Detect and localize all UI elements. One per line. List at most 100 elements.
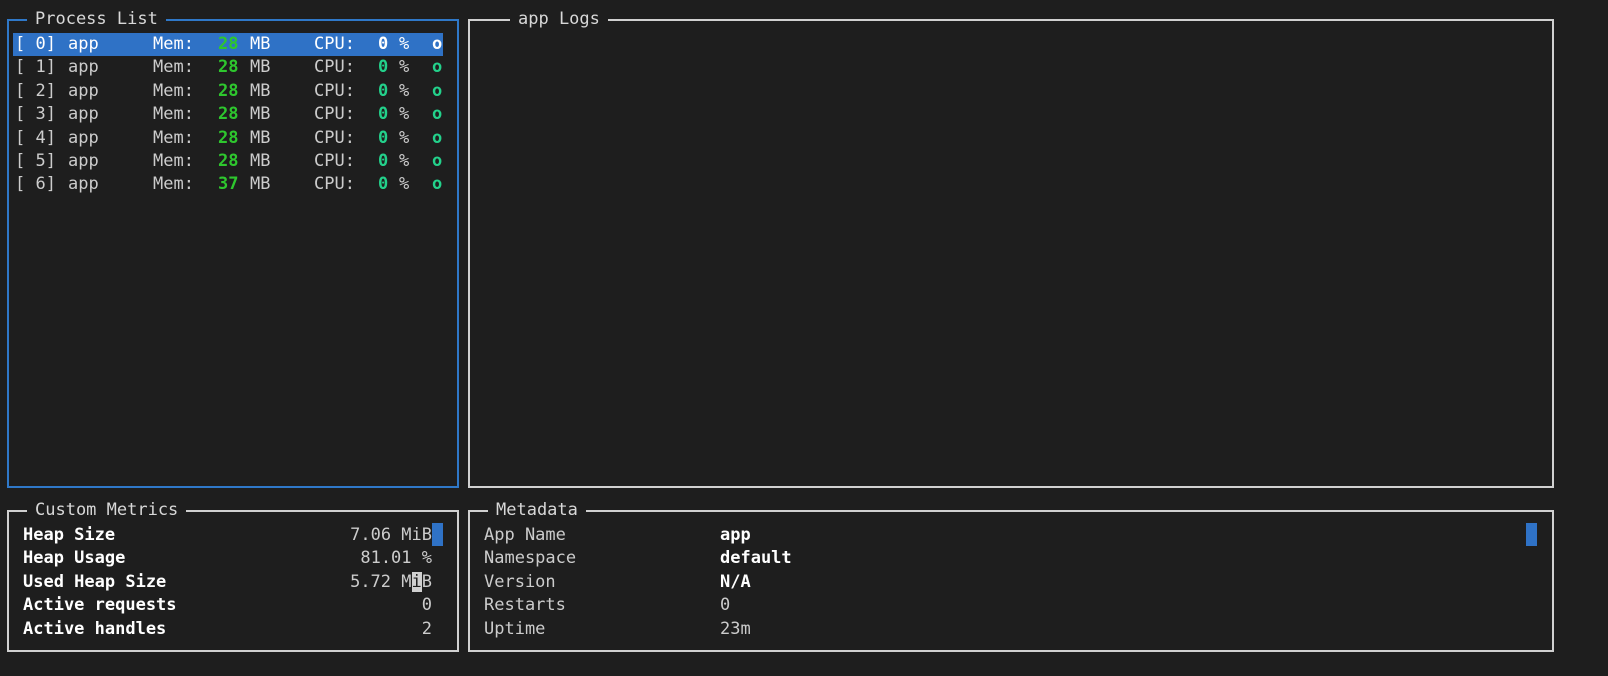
process-row[interactable]: [ 2] app Mem: 28 MB CPU: 0% o (13, 80, 443, 103)
cpu-value: 0 (378, 127, 389, 148)
metric-label: Active requests (23, 595, 177, 616)
process-id: [ 1] (15, 57, 56, 78)
metadata-label: App Name (484, 525, 566, 545)
process-row[interactable]: [ 1] app Mem: 28 MB CPU: 0% o (13, 56, 443, 79)
mem-label: Mem: (153, 57, 194, 78)
metadata-label: Version (484, 571, 556, 592)
mem-unit: MB (250, 174, 271, 195)
cpu-value: 0 (378, 174, 389, 195)
metadata-row: Restarts 0 (470, 594, 1470, 617)
metric-label: Used Heap Size (23, 571, 167, 592)
metric-row: Heap Usage 81.01 % (9, 547, 449, 570)
metric-value: 81.01 % (360, 548, 432, 569)
process-name: app (68, 127, 99, 148)
process-name: app (68, 57, 99, 78)
process-name: app (68, 174, 99, 195)
status-online-icon: o (432, 151, 443, 171)
mem-label: Mem: (153, 127, 194, 148)
metadata-value: 0 (720, 595, 731, 616)
metric-value-suffix: B (421, 571, 432, 592)
metadata-row: App Name app (470, 524, 1470, 547)
cpu-value: 0 (378, 34, 389, 54)
status-online-icon: o (432, 174, 443, 195)
cpu-value: 0 (378, 151, 389, 171)
cpu-unit: % (399, 57, 410, 78)
process-list-panel[interactable]: Process List [ 0] app Mem: 28 MB CPU: 0% o [ 1] a… (7, 9, 459, 488)
process-name: app (68, 151, 99, 171)
metric-label: Heap Size (23, 525, 116, 545)
logs-panel[interactable]: app Logs (468, 9, 1554, 488)
mem-value: 28 (218, 80, 239, 101)
custom-metrics-title: Custom Metrics (27, 500, 187, 520)
metadata-row: Version N/A (470, 571, 1470, 594)
metric-value-prefix: 5.72 M (350, 571, 412, 592)
mem-unit: MB (250, 57, 271, 78)
mem-label: Mem: (153, 104, 194, 125)
process-list-title: Process List (27, 9, 166, 29)
text-cursor: i (411, 571, 422, 592)
cpu-label: CPU: (314, 57, 355, 78)
process-row[interactable]: [ 6] app Mem: 37 MB CPU: 0% o (13, 173, 443, 196)
process-row[interactable]: [ 4] app Mem: 28 MB CPU: 0% o (13, 127, 443, 150)
logs-title: app Logs (510, 9, 608, 29)
status-online-icon: o (432, 127, 443, 148)
process-row[interactable]: [ 5] app Mem: 28 MB CPU: 0% o (13, 150, 443, 173)
mem-value: 28 (218, 57, 239, 78)
cpu-value: 0 (378, 104, 389, 125)
metric-row: Heap Size 7.06 MiB (9, 524, 449, 547)
mem-value: 37 (218, 174, 239, 195)
process-name: app (68, 104, 99, 125)
mem-unit: MB (250, 34, 271, 54)
metric-value: 2 (421, 618, 432, 639)
metric-label: Active handles (23, 618, 167, 639)
metric-label: Heap Usage (23, 548, 126, 569)
metric-value: 7.06 MiB (350, 525, 432, 545)
cpu-value: 0 (378, 80, 389, 101)
metadata-label: Restarts (484, 595, 566, 616)
process-id: [ 6] (15, 174, 56, 195)
status-online-icon: o (432, 34, 443, 54)
metric-row: Active requests 0 (9, 594, 449, 617)
cpu-unit: % (399, 174, 410, 195)
metric-row: Active handles 2 (9, 618, 449, 641)
metadata-value: 23m (720, 618, 751, 639)
cpu-label: CPU: (314, 34, 355, 54)
mem-unit: MB (250, 80, 271, 101)
metadata-scrollbar[interactable] (1526, 523, 1537, 546)
mem-label: Mem: (153, 174, 194, 195)
process-id: [ 5] (15, 151, 56, 171)
mem-label: Mem: (153, 34, 194, 54)
process-row[interactable]: [ 0] app Mem: 28 MB CPU: 0% o (13, 33, 443, 56)
custom-metrics-panel[interactable]: Custom Metrics Heap Size 7.06 MiB Heap Usa… (7, 500, 459, 652)
mem-unit: MB (250, 104, 271, 125)
cpu-label: CPU: (314, 80, 355, 101)
cpu-label: CPU: (314, 174, 355, 195)
custom-metrics-scrollbar[interactable] (432, 523, 443, 546)
status-online-icon: o (432, 104, 443, 125)
cpu-unit: % (399, 104, 410, 125)
mem-value: 28 (218, 104, 239, 125)
mem-unit: MB (250, 151, 271, 171)
metadata-title: Metadata (488, 500, 586, 520)
mem-unit: MB (250, 127, 271, 148)
metadata-label: Uptime (484, 618, 546, 639)
mem-value: 28 (218, 34, 239, 54)
cpu-label: CPU: (314, 104, 355, 125)
metadata-panel[interactable]: Metadata App Name app Namespace default Vers… (468, 500, 1554, 652)
cpu-unit: % (399, 80, 410, 101)
cpu-unit: % (399, 34, 410, 54)
cpu-unit: % (399, 127, 410, 148)
process-id: [ 4] (15, 127, 56, 148)
metric-value: 0 (421, 595, 432, 616)
metadata-row: Namespace default (470, 547, 1470, 570)
process-row[interactable]: [ 3] app Mem: 28 MB CPU: 0% o (13, 103, 443, 126)
mem-value: 28 (218, 127, 239, 148)
process-name: app (68, 80, 99, 101)
status-online-icon: o (432, 57, 443, 78)
process-name: app (68, 34, 99, 54)
cpu-label: CPU: (314, 151, 355, 171)
process-id: [ 2] (15, 80, 56, 101)
mem-label: Mem: (153, 151, 194, 171)
metadata-value: N/A (720, 571, 751, 592)
process-id: [ 3] (15, 104, 56, 125)
